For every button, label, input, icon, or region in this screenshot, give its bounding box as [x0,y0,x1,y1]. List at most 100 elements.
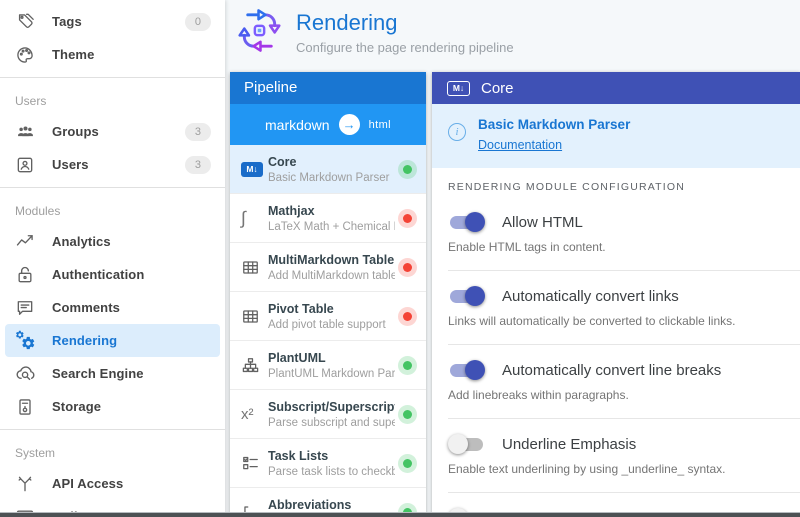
superscript-icon: x² [241,405,254,423]
sidebar-item-label: Tags [52,14,82,29]
sidebar-item-tags[interactable]: Tags 0 [5,5,220,38]
module-desc: PlantUML Markdown Parse [268,367,395,380]
sidebar-item-label: Authentication [52,267,145,282]
module-name: Task Lists [268,448,329,463]
convert-line-breaks-toggle[interactable] [448,360,485,380]
sidebar-item-label: Groups [52,124,99,139]
module-name: Subscript/Superscript [268,399,395,414]
module-panel-header: M↓ Core [432,72,800,104]
gears-icon [14,330,36,352]
status-dot [403,213,412,223]
module-desc: Add MultiMarkdown table s [268,269,395,282]
module-row-subscript-superscript[interactable]: x² Subscript/Superscript Parse subscript… [230,390,426,439]
sidebar-section-users: Users [15,94,47,108]
setting-hint: Links will automatically be converted to… [448,314,736,328]
module-config-panel: M↓ Core i Basic Markdown Parser Document… [432,72,800,517]
sidebar-item-authentication[interactable]: Authentication [5,258,220,291]
sidebar-item-search-engine[interactable]: Search Engine [5,357,220,390]
users-count-badge: 3 [184,155,211,174]
status-dot [403,262,412,272]
analytics-icon [14,231,36,253]
integral-icon: ∫ [241,207,246,228]
info-icon: i [448,123,466,141]
sidebar-item-label: Comments [52,300,120,315]
module-row-core[interactable]: M↓ Core Basic Markdown Parser [230,145,426,194]
module-row-pivot-table[interactable]: Pivot Table Add pivot table support [230,292,426,341]
status-dot [403,311,412,321]
sidebar-item-label: Storage [52,399,102,414]
module-row-plantuml[interactable]: PlantUML PlantUML Markdown Parse [230,341,426,390]
module-row-multimarkdown-table[interactable]: MultiMarkdown Table Add MultiMarkdown ta… [230,243,426,292]
setting-underline-emphasis: Underline Emphasis Enable text underlini… [448,419,800,493]
page-header-text: Rendering Configure the page rendering p… [296,7,514,55]
tags-count-badge: 0 [184,12,211,31]
user-card-icon [14,154,36,176]
setting-label: Allow HTML [502,213,583,231]
page-header: Rendering Configure the page rendering p… [225,0,800,59]
setting-convert-line-breaks: Automatically convert line breaks Add li… [448,345,800,419]
module-info-title: Basic Markdown Parser [478,117,631,132]
sidebar-item-rendering[interactable]: Rendering [5,324,220,357]
sidebar-item-groups[interactable]: Groups 3 [5,115,220,148]
module-name: Mathjax [268,203,315,218]
table-icon [241,307,268,326]
documentation-link[interactable]: Documentation [478,138,562,152]
groups-icon [14,121,36,143]
module-desc: LaTeX Math + Chemical Ex [268,220,395,233]
pipeline-panel: Pipeline markdown → html M↓ Core Basic M… [230,72,426,517]
sidebar-item-label: Users [52,157,89,172]
module-settings: RENDERING MODULE CONFIGURATION Allow HTM… [432,168,800,517]
status-dot [403,164,412,174]
sidebar-item-label: Analytics [52,234,111,249]
sidebar-section-system: System [15,446,56,460]
sidebar-item-label: Search Engine [52,366,144,381]
sidebar-item-api-access[interactable]: API Access [5,467,220,500]
page-subtitle: Configure the page rendering pipeline [296,40,514,55]
allow-html-toggle[interactable] [448,212,485,232]
module-name: Core [268,154,297,169]
setting-convert-links: Automatically convert links Links will a… [448,271,800,345]
sidebar-section-modules: Modules [15,204,61,218]
table-icon [241,258,268,277]
markdown-icon: M↓ [447,80,470,96]
module-desc: Add pivot table support [268,318,386,331]
comment-icon [14,297,36,319]
sidebar-item-label: Rendering [52,333,118,348]
sidebar-item-storage[interactable]: Storage [5,390,220,423]
lock-icon [14,264,36,286]
sidebar-item-users[interactable]: Users 3 [5,148,220,181]
convert-links-toggle[interactable] [448,286,485,306]
groups-count-badge: 3 [184,122,211,141]
hard-disk-icon [14,396,36,418]
tasklist-icon [241,454,268,473]
sidebar-item-theme[interactable]: Theme [5,38,220,71]
setting-allow-html: Allow HTML Enable HTML tags in content. [448,197,800,271]
module-name: Abbreviations [268,497,352,512]
module-row-mathjax[interactable]: ∫ Mathjax LaTeX Math + Chemical Ex [230,194,426,243]
module-info-box: i Basic Markdown Parser Documentation [432,104,800,168]
setting-label: Underline Emphasis [502,435,637,453]
status-dot [403,458,412,468]
module-desc: Parse task lists to checkbo [268,465,395,478]
sidebar-item-comments[interactable]: Comments [5,291,220,324]
underline-emphasis-toggle[interactable] [448,434,485,454]
cloud-search-icon [14,363,36,385]
module-name: Pivot Table [268,301,334,316]
tags-icon [14,11,36,33]
pipeline-flow-selector[interactable]: markdown → html [230,104,426,145]
palette-icon [14,44,36,66]
module-desc: Basic Markdown Parser [268,171,390,184]
status-dot [403,409,412,419]
flow-arrow-icon: → [338,114,360,135]
sidebar-item-label: API Access [52,476,124,491]
api-split-icon [14,473,36,495]
setting-label: Automatically convert links [502,287,679,305]
module-desc: Parse subscript and supers [268,416,395,429]
flow-source-label: markdown [265,116,330,133]
setting-hint: Enable text underlining by using _underl… [448,462,726,476]
sidebar-item-analytics[interactable]: Analytics [5,225,220,258]
setting-hint: Enable HTML tags in content. [448,240,606,254]
status-dot [403,360,412,370]
sitemap-icon [241,356,268,375]
module-row-task-lists[interactable]: Task Lists Parse task lists to checkbo [230,439,426,488]
